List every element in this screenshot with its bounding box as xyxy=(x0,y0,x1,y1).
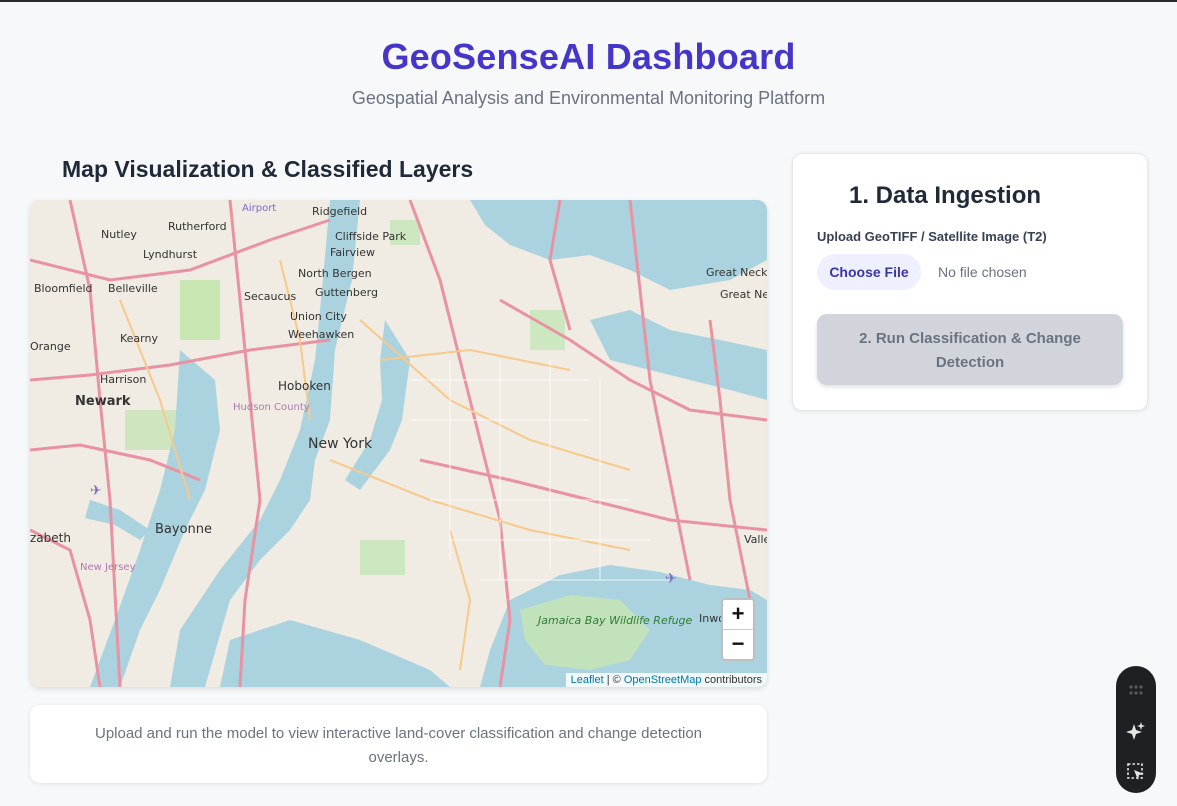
map-label-guttenberg: Guttenberg xyxy=(315,286,378,299)
map-label-newark: Newark xyxy=(75,394,131,409)
map-label-airport: Airport xyxy=(242,203,276,214)
map-label-nutley: Nutley xyxy=(101,228,137,241)
map-label-bloomfield: Bloomfield xyxy=(34,282,93,295)
select-cursor-icon[interactable] xyxy=(1126,762,1146,782)
panel-title: 1. Data Ingestion xyxy=(849,182,1042,209)
map-label-belleville: Belleville xyxy=(108,282,158,295)
app-title: GeoSenseAI Dashboard xyxy=(381,36,796,77)
map-label-elizabeth: zabeth xyxy=(30,531,71,545)
zoom-out-button[interactable]: − xyxy=(723,630,753,659)
map-label-new-jersey: New Jersey xyxy=(80,562,136,573)
zoom-control: + − xyxy=(721,598,755,661)
choose-file-button[interactable]: Choose File xyxy=(817,254,921,290)
map-label-hoboken: Hoboken xyxy=(278,379,331,393)
map-label-jamaica-bay: Jamaica Bay Wildlife Refuge xyxy=(536,614,693,627)
map-label-weehawken: Weehawken xyxy=(288,328,354,341)
zoom-in-button[interactable]: + xyxy=(723,600,753,630)
data-ingestion-panel: 1. Data Ingestion Upload GeoTIFF / Satel… xyxy=(792,153,1148,411)
upload-label: Upload GeoTIFF / Satellite Image (T2) xyxy=(817,229,1047,244)
run-classification-button[interactable]: 2. Run Classification & Change Detection xyxy=(817,314,1123,385)
map-label-secaucus: Secaucus xyxy=(244,290,297,303)
map-view[interactable]: ✈ ✈ Newark Hoboken New York Bayonne Harr… xyxy=(30,200,767,687)
map-label-rutherford: Rutherford xyxy=(168,220,227,233)
map-placeholder-note: Upload and run the model to view interac… xyxy=(30,705,767,783)
floating-toolbar xyxy=(1116,666,1156,793)
map-label-orange: Orange xyxy=(30,340,71,353)
map-heading: Map Visualization & Classified Layers xyxy=(62,156,474,182)
map-label-kearny: Kearny xyxy=(120,332,158,345)
attribution-separator: | © xyxy=(603,674,624,686)
map-label-new-york: New York xyxy=(308,436,373,452)
attribution-contributors: contributors xyxy=(701,674,762,686)
map-label-harrison: Harrison xyxy=(100,373,146,386)
map-label-union-city: Union City xyxy=(290,310,347,323)
sparkle-icon[interactable] xyxy=(1126,721,1146,741)
svg-text:✈: ✈ xyxy=(665,571,677,587)
file-status: No file chosen xyxy=(938,264,1027,280)
map-tiles[interactable]: ✈ ✈ Newark Hoboken New York Bayonne Harr… xyxy=(30,200,767,687)
map-label-hudson-county: Hudson County xyxy=(233,402,310,413)
svg-text:✈: ✈ xyxy=(90,483,102,499)
map-label-great-neck: Great Neck xyxy=(706,266,767,279)
map-label-bayonne: Bayonne xyxy=(155,522,212,537)
map-label-lyndhurst: Lyndhurst xyxy=(143,248,198,261)
map-label-ridgefield: Ridgefield xyxy=(312,205,367,218)
map-label-great-neck-plaza: Great Neck Plaza xyxy=(720,288,767,301)
map-attribution: Leaflet | © OpenStreetMap contributors xyxy=(565,673,767,687)
map-label-cliffside-park: Cliffside Park xyxy=(335,230,407,243)
map-label-north-bergen: North Bergen xyxy=(298,267,372,280)
leaflet-link[interactable]: Leaflet xyxy=(571,674,604,686)
grip-icon[interactable] xyxy=(1126,680,1146,700)
map-label-valle: Valle xyxy=(744,533,767,546)
app-subtitle: Geospatial Analysis and Environmental Mo… xyxy=(351,88,826,108)
osm-link[interactable]: OpenStreetMap xyxy=(624,674,702,686)
map-label-fairview: Fairview xyxy=(330,246,375,259)
